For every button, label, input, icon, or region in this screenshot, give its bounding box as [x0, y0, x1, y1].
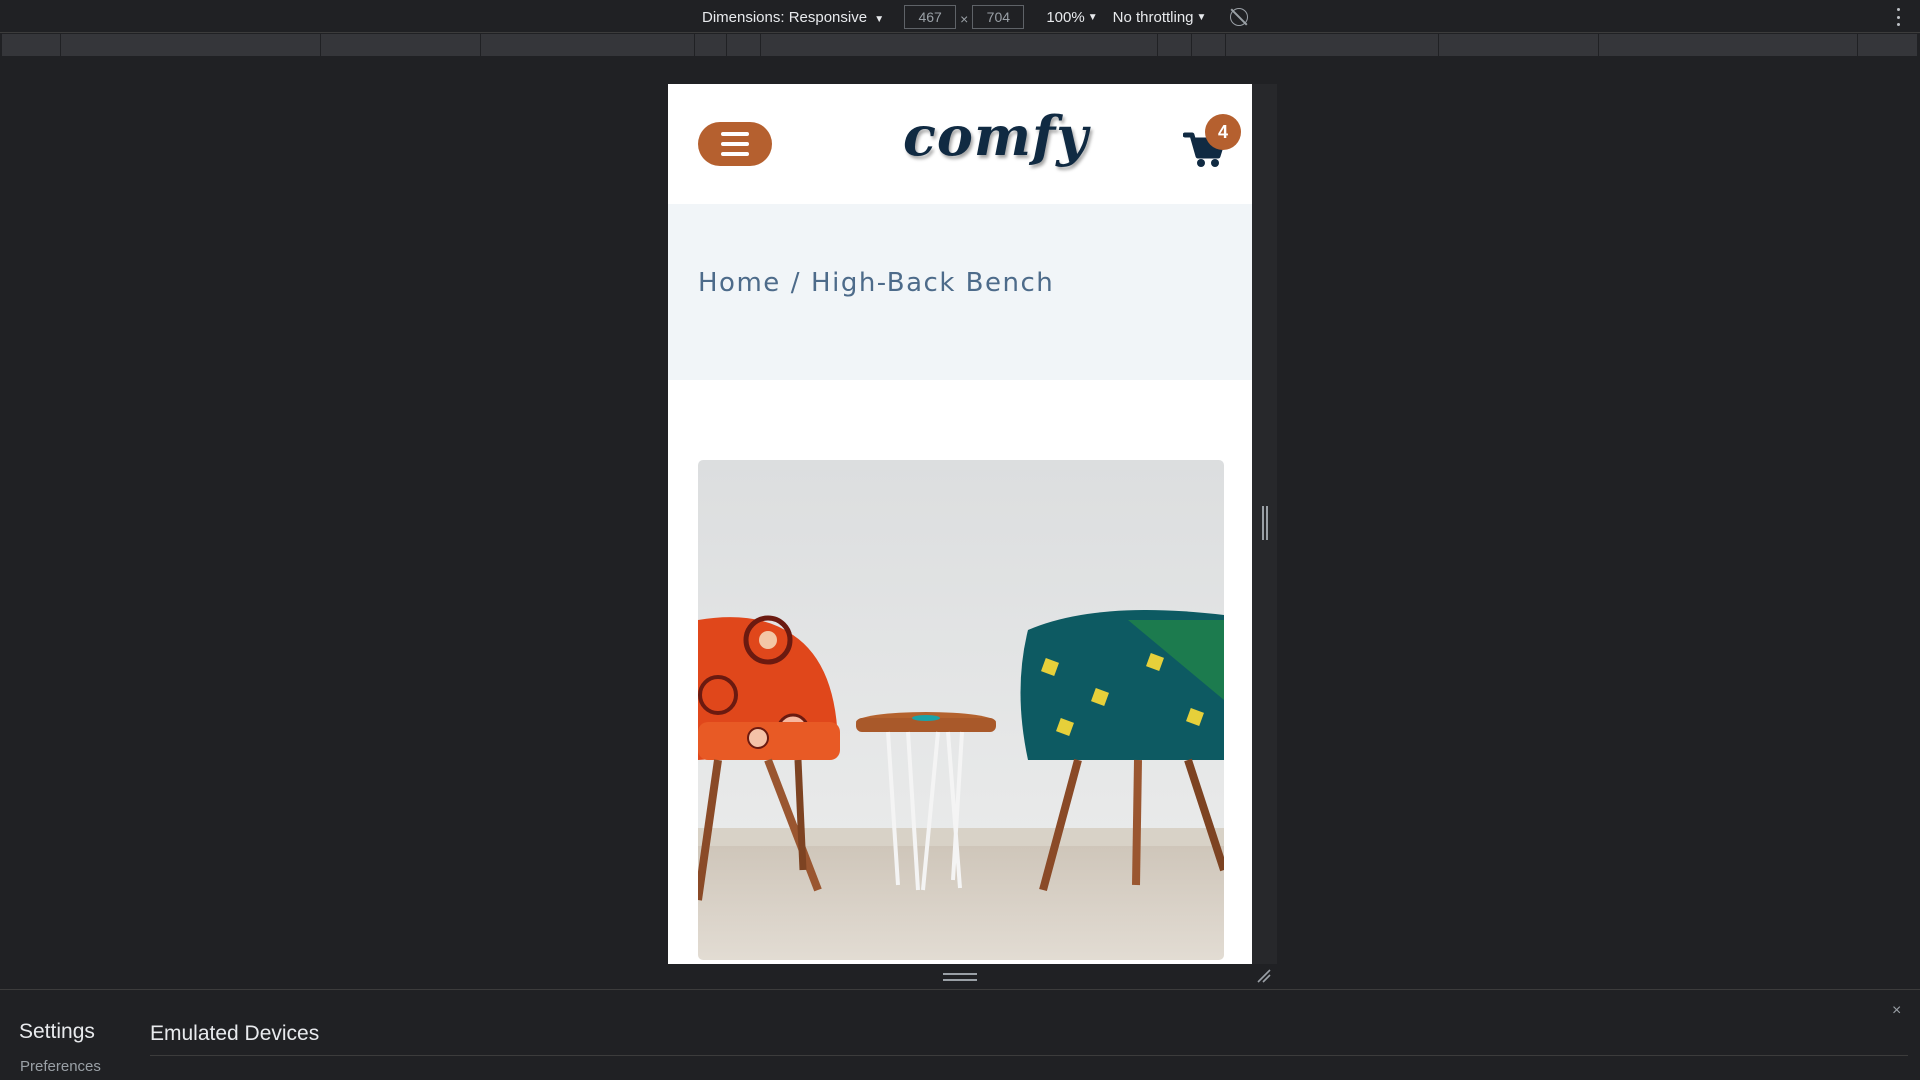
menu-bar	[721, 152, 749, 156]
media-query-segment[interactable]	[760, 34, 1159, 56]
product-image	[698, 460, 1224, 960]
media-query-segment[interactable]	[726, 34, 761, 56]
breadcrumb: Home / High-Back Bench	[698, 268, 1054, 298]
divider	[150, 1055, 1908, 1056]
device-toolbar-controls: Dimensions: Responsive ▼ 467 × 704 100% …	[702, 5, 1249, 29]
cart-count-badge: 4	[1205, 114, 1241, 150]
zoom-dropdown[interactable]: 100% ▼	[1046, 9, 1097, 26]
media-query-segment[interactable]	[480, 34, 695, 56]
devtools-device-toolbar: Dimensions: Responsive ▼ 467 × 704 100% …	[0, 0, 1920, 33]
settings-title: Settings	[19, 1020, 95, 1043]
media-query-segment[interactable]	[1599, 34, 1859, 56]
site-logo[interactable]: comfy	[903, 104, 1089, 168]
corner-resize-icon[interactable]	[1256, 968, 1272, 984]
media-query-segment[interactable]	[694, 34, 727, 56]
media-query-bar	[0, 34, 1920, 56]
media-query-segment[interactable]	[2, 34, 61, 56]
breadcrumb-home-link[interactable]: Home	[698, 268, 781, 298]
menu-bar	[721, 142, 749, 146]
dimensions-dropdown[interactable]: Dimensions: Responsive ▼	[702, 9, 884, 26]
page-hero: Home / High-Back Bench	[668, 204, 1252, 380]
emulated-devices-heading: Emulated Devices	[150, 1022, 320, 1045]
throttling-label: No throttling	[1112, 8, 1194, 26]
media-query-segment[interactable]	[320, 34, 481, 56]
chevron-down-icon: ▼	[874, 13, 885, 25]
dimensions-label: Dimensions: Responsive	[702, 8, 868, 26]
height-input[interactable]: 704	[972, 5, 1025, 29]
times-separator: ×	[960, 11, 969, 27]
media-query-segment[interactable]	[60, 34, 321, 56]
breadcrumb-separator: /	[790, 268, 802, 298]
more-options-icon[interactable]	[1897, 8, 1901, 26]
close-icon[interactable]: ×	[1892, 1002, 1901, 1020]
device-viewport: comfy 4 Home / High-Back Bench	[668, 84, 1252, 964]
zoom-label: 100%	[1046, 8, 1085, 26]
width-input[interactable]: 467	[904, 5, 957, 29]
throttling-dropdown[interactable]: No throttling ▼	[1113, 9, 1207, 26]
menu-bar	[721, 132, 749, 136]
media-query-segment[interactable]	[1192, 34, 1227, 56]
width-resize-handle[interactable]	[1262, 506, 1268, 540]
rotate-icon[interactable]	[1230, 8, 1249, 26]
chevron-down-icon: ▼	[1087, 11, 1098, 23]
settings-panel: Settings Preferences Emulated Devices ×	[0, 989, 1920, 1080]
site-header: comfy 4	[668, 84, 1252, 204]
height-resize-handle[interactable]	[943, 973, 977, 981]
media-query-segment[interactable]	[1439, 34, 1600, 56]
media-query-segment[interactable]	[1158, 34, 1193, 56]
media-query-segment[interactable]	[1858, 34, 1919, 56]
nav-toggle-button[interactable]	[698, 122, 772, 166]
chevron-down-icon: ▼	[1196, 11, 1207, 23]
settings-preferences-link[interactable]: Preferences	[20, 1058, 101, 1075]
media-query-segment[interactable]	[1226, 34, 1440, 56]
breadcrumb-current: High-Back Bench	[811, 268, 1055, 298]
